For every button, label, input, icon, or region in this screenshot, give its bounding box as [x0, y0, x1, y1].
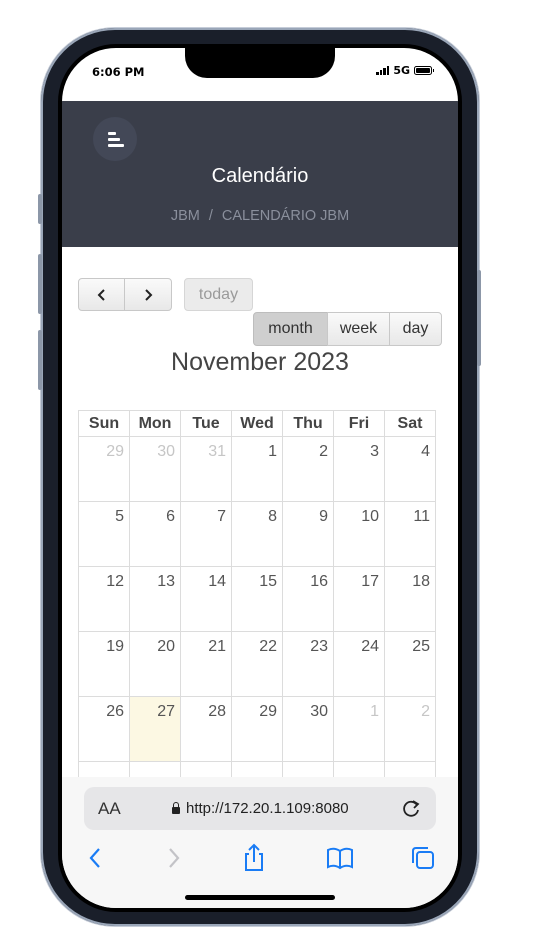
chevron-left-icon	[97, 288, 105, 301]
day-cell[interactable]: 8	[231, 501, 283, 567]
day-cell[interactable]: 17	[333, 566, 385, 632]
view-month-button[interactable]: month	[253, 312, 328, 346]
menu-line-icon	[108, 137, 120, 141]
battery-icon	[414, 66, 434, 75]
menu-line-icon	[108, 143, 124, 147]
browser-nav-row	[62, 842, 458, 878]
volume-down-button	[38, 330, 42, 390]
weekday-header: Sun	[78, 410, 130, 437]
day-cell[interactable]: 19	[78, 631, 130, 697]
share-icon[interactable]	[238, 842, 270, 874]
day-cell[interactable]: 25	[384, 631, 436, 697]
url-display[interactable]: http://172.20.1.109:8080	[172, 800, 349, 817]
text-size-label: AA	[98, 799, 121, 818]
day-cell[interactable]: 6	[129, 501, 181, 567]
day-cell[interactable]: 29	[78, 436, 130, 502]
day-cell[interactable]: 31	[180, 436, 232, 502]
weekday-header: Sat	[384, 410, 436, 437]
day-cell[interactable]: 5	[78, 501, 130, 567]
day-cell[interactable]: 14	[180, 566, 232, 632]
day-cell[interactable]: 29	[231, 696, 283, 762]
text-size-button[interactable]: AA	[98, 799, 121, 819]
day-cell[interactable]: 20	[129, 631, 181, 697]
url-text: http://172.20.1.109:8080	[186, 800, 349, 817]
calendar-week-row: 5 6 7 8 9 10 11	[78, 501, 442, 567]
calendar-week-row: 26 27 28 29 30 1 2	[78, 696, 442, 762]
calendar-week-row: 12 13 14 15 16 17 18	[78, 566, 442, 632]
day-cell[interactable]: 18	[384, 566, 436, 632]
day-cell[interactable]: 30	[129, 436, 181, 502]
day-cell[interactable]: 2	[384, 696, 436, 762]
status-indicators: 5G	[376, 64, 434, 77]
next-button[interactable]	[124, 278, 172, 311]
day-cell[interactable]: 16	[282, 566, 334, 632]
reload-icon[interactable]	[398, 796, 424, 822]
power-button	[477, 270, 481, 366]
weekday-header: Wed	[231, 410, 283, 437]
bookmarks-icon[interactable]	[324, 842, 356, 874]
app-header: Calendário JBM / CALENDÁRIO JBM	[62, 101, 458, 247]
browser-toolbar: AA http://172.20.1.109:8080	[62, 777, 458, 908]
day-cell[interactable]: 1	[333, 696, 385, 762]
day-cell-today[interactable]: 27	[129, 696, 181, 762]
chevron-right-icon	[145, 288, 153, 301]
weekday-header: Tue	[180, 410, 232, 437]
day-cell[interactable]: 10	[333, 501, 385, 567]
day-cell[interactable]: 21	[180, 631, 232, 697]
view-week-button[interactable]: week	[327, 312, 390, 346]
day-cell[interactable]: 13	[129, 566, 181, 632]
breadcrumb-item-home[interactable]: JBM	[171, 208, 200, 224]
day-cell[interactable]: 7	[180, 501, 232, 567]
day-cell[interactable]: 4	[384, 436, 436, 502]
home-indicator[interactable]	[185, 895, 335, 900]
signal-icon	[376, 66, 390, 75]
status-time: 6:06 PM	[92, 65, 145, 79]
weekday-header-row: Sun Mon Tue Wed Thu Fri Sat	[78, 410, 442, 437]
day-cell[interactable]: 30	[282, 696, 334, 762]
breadcrumb-item-current: CALENDÁRIO JBM	[221, 208, 350, 224]
screen: 6:06 PM 5G Calendário JBM / CALENDÁRIO JBM…	[62, 48, 458, 908]
view-day-button[interactable]: day	[389, 312, 442, 346]
address-bar[interactable]: AA http://172.20.1.109:8080	[84, 787, 436, 830]
weekday-header: Fri	[333, 410, 385, 437]
forward-icon[interactable]	[157, 842, 189, 874]
notch	[185, 48, 335, 78]
day-cell[interactable]: 1	[231, 436, 283, 502]
day-cell[interactable]: 3	[333, 436, 385, 502]
weekday-header: Mon	[129, 410, 181, 437]
weekday-header: Thu	[282, 410, 334, 437]
mute-switch	[38, 194, 42, 224]
day-cell[interactable]: 26	[78, 696, 130, 762]
menu-toggle-button[interactable]	[93, 117, 137, 161]
calendar-week-row: 19 20 21 22 23 24 25	[78, 631, 442, 697]
day-cell[interactable]: 2	[282, 436, 334, 502]
day-cell[interactable]: 12	[78, 566, 130, 632]
day-cell[interactable]: 23	[282, 631, 334, 697]
calendar-title: November 2023	[171, 348, 349, 376]
back-icon[interactable]	[80, 842, 112, 874]
breadcrumb: JBM / CALENDÁRIO JBM	[62, 208, 458, 224]
day-cell[interactable]: 9	[282, 501, 334, 567]
volume-up-button	[38, 254, 42, 314]
today-button[interactable]: today	[184, 278, 253, 311]
breadcrumb-separator: /	[208, 208, 213, 224]
day-cell[interactable]: 28	[180, 696, 232, 762]
day-cell[interactable]: 15	[231, 566, 283, 632]
network-label: 5G	[393, 64, 410, 77]
calendar-week-row: 29 30 31 1 2 3 4	[78, 436, 442, 502]
lock-icon	[172, 801, 180, 814]
menu-line-icon	[108, 131, 116, 135]
calendar-grid: Sun Mon Tue Wed Thu Fri Sat 29 30 31 1 2…	[78, 410, 442, 827]
tabs-icon[interactable]	[407, 842, 439, 874]
day-cell[interactable]: 11	[384, 501, 436, 567]
page-title: Calendário	[211, 165, 309, 187]
day-cell[interactable]: 22	[231, 631, 283, 697]
prev-button[interactable]	[78, 278, 125, 311]
day-cell[interactable]: 24	[333, 631, 385, 697]
